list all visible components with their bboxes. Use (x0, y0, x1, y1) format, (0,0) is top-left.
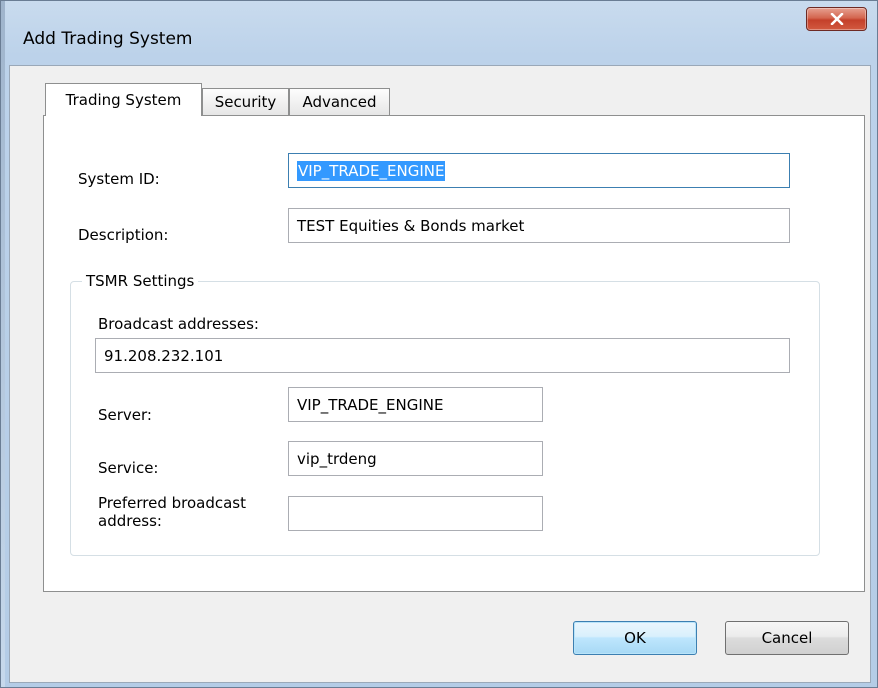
server-input[interactable]: VIP_TRADE_ENGINE (288, 387, 543, 422)
tab-label: Advanced (302, 93, 377, 111)
preferred-broadcast-label-line2: address: (98, 512, 162, 530)
window-title: Add Trading System (23, 29, 193, 49)
broadcast-addresses-label: Broadcast addresses: (98, 315, 259, 333)
description-value: TEST Equities & Bonds market (297, 216, 525, 235)
tab-label: Trading System (65, 91, 182, 109)
broadcast-addresses-value: 91.208.232.101 (104, 346, 224, 365)
cancel-button-label: Cancel (761, 629, 813, 647)
ok-button[interactable]: OK (573, 621, 697, 655)
close-icon (830, 13, 843, 25)
preferred-broadcast-input[interactable] (288, 496, 543, 531)
tab-security[interactable]: Security (202, 88, 289, 115)
system-id-input[interactable]: VIP_TRADE_ENGINE (288, 153, 790, 188)
ok-button-label: OK (624, 629, 646, 647)
dialog-window: Add Trading System Trading System Securi… (0, 0, 878, 688)
tab-advanced[interactable]: Advanced (289, 88, 390, 115)
cancel-button[interactable]: Cancel (725, 621, 849, 655)
tab-trading-system[interactable]: Trading System (45, 83, 202, 116)
window-frame-edge (1, 1, 5, 687)
server-value: VIP_TRADE_ENGINE (297, 395, 444, 414)
tsmr-settings-label: TSMR Settings (82, 272, 199, 290)
close-button[interactable] (806, 7, 867, 31)
server-label: Server: (98, 406, 152, 424)
broadcast-addresses-input[interactable]: 91.208.232.101 (95, 338, 790, 373)
tab-label: Security (214, 93, 277, 111)
dialog-client-area: Trading System Security Advanced System … (9, 65, 871, 683)
system-id-label: System ID: (78, 170, 160, 188)
tab-panel-trading-system: System ID: VIP_TRADE_ENGINE Description:… (43, 115, 865, 592)
preferred-broadcast-label-line1: Preferred broadcast (98, 494, 247, 512)
service-value: vip_trdeng (297, 449, 377, 468)
description-input[interactable]: TEST Equities & Bonds market (288, 208, 790, 243)
service-input[interactable]: vip_trdeng (288, 441, 543, 476)
service-label: Service: (98, 459, 159, 477)
system-id-value: VIP_TRADE_ENGINE (297, 160, 446, 181)
description-label: Description: (78, 226, 169, 244)
